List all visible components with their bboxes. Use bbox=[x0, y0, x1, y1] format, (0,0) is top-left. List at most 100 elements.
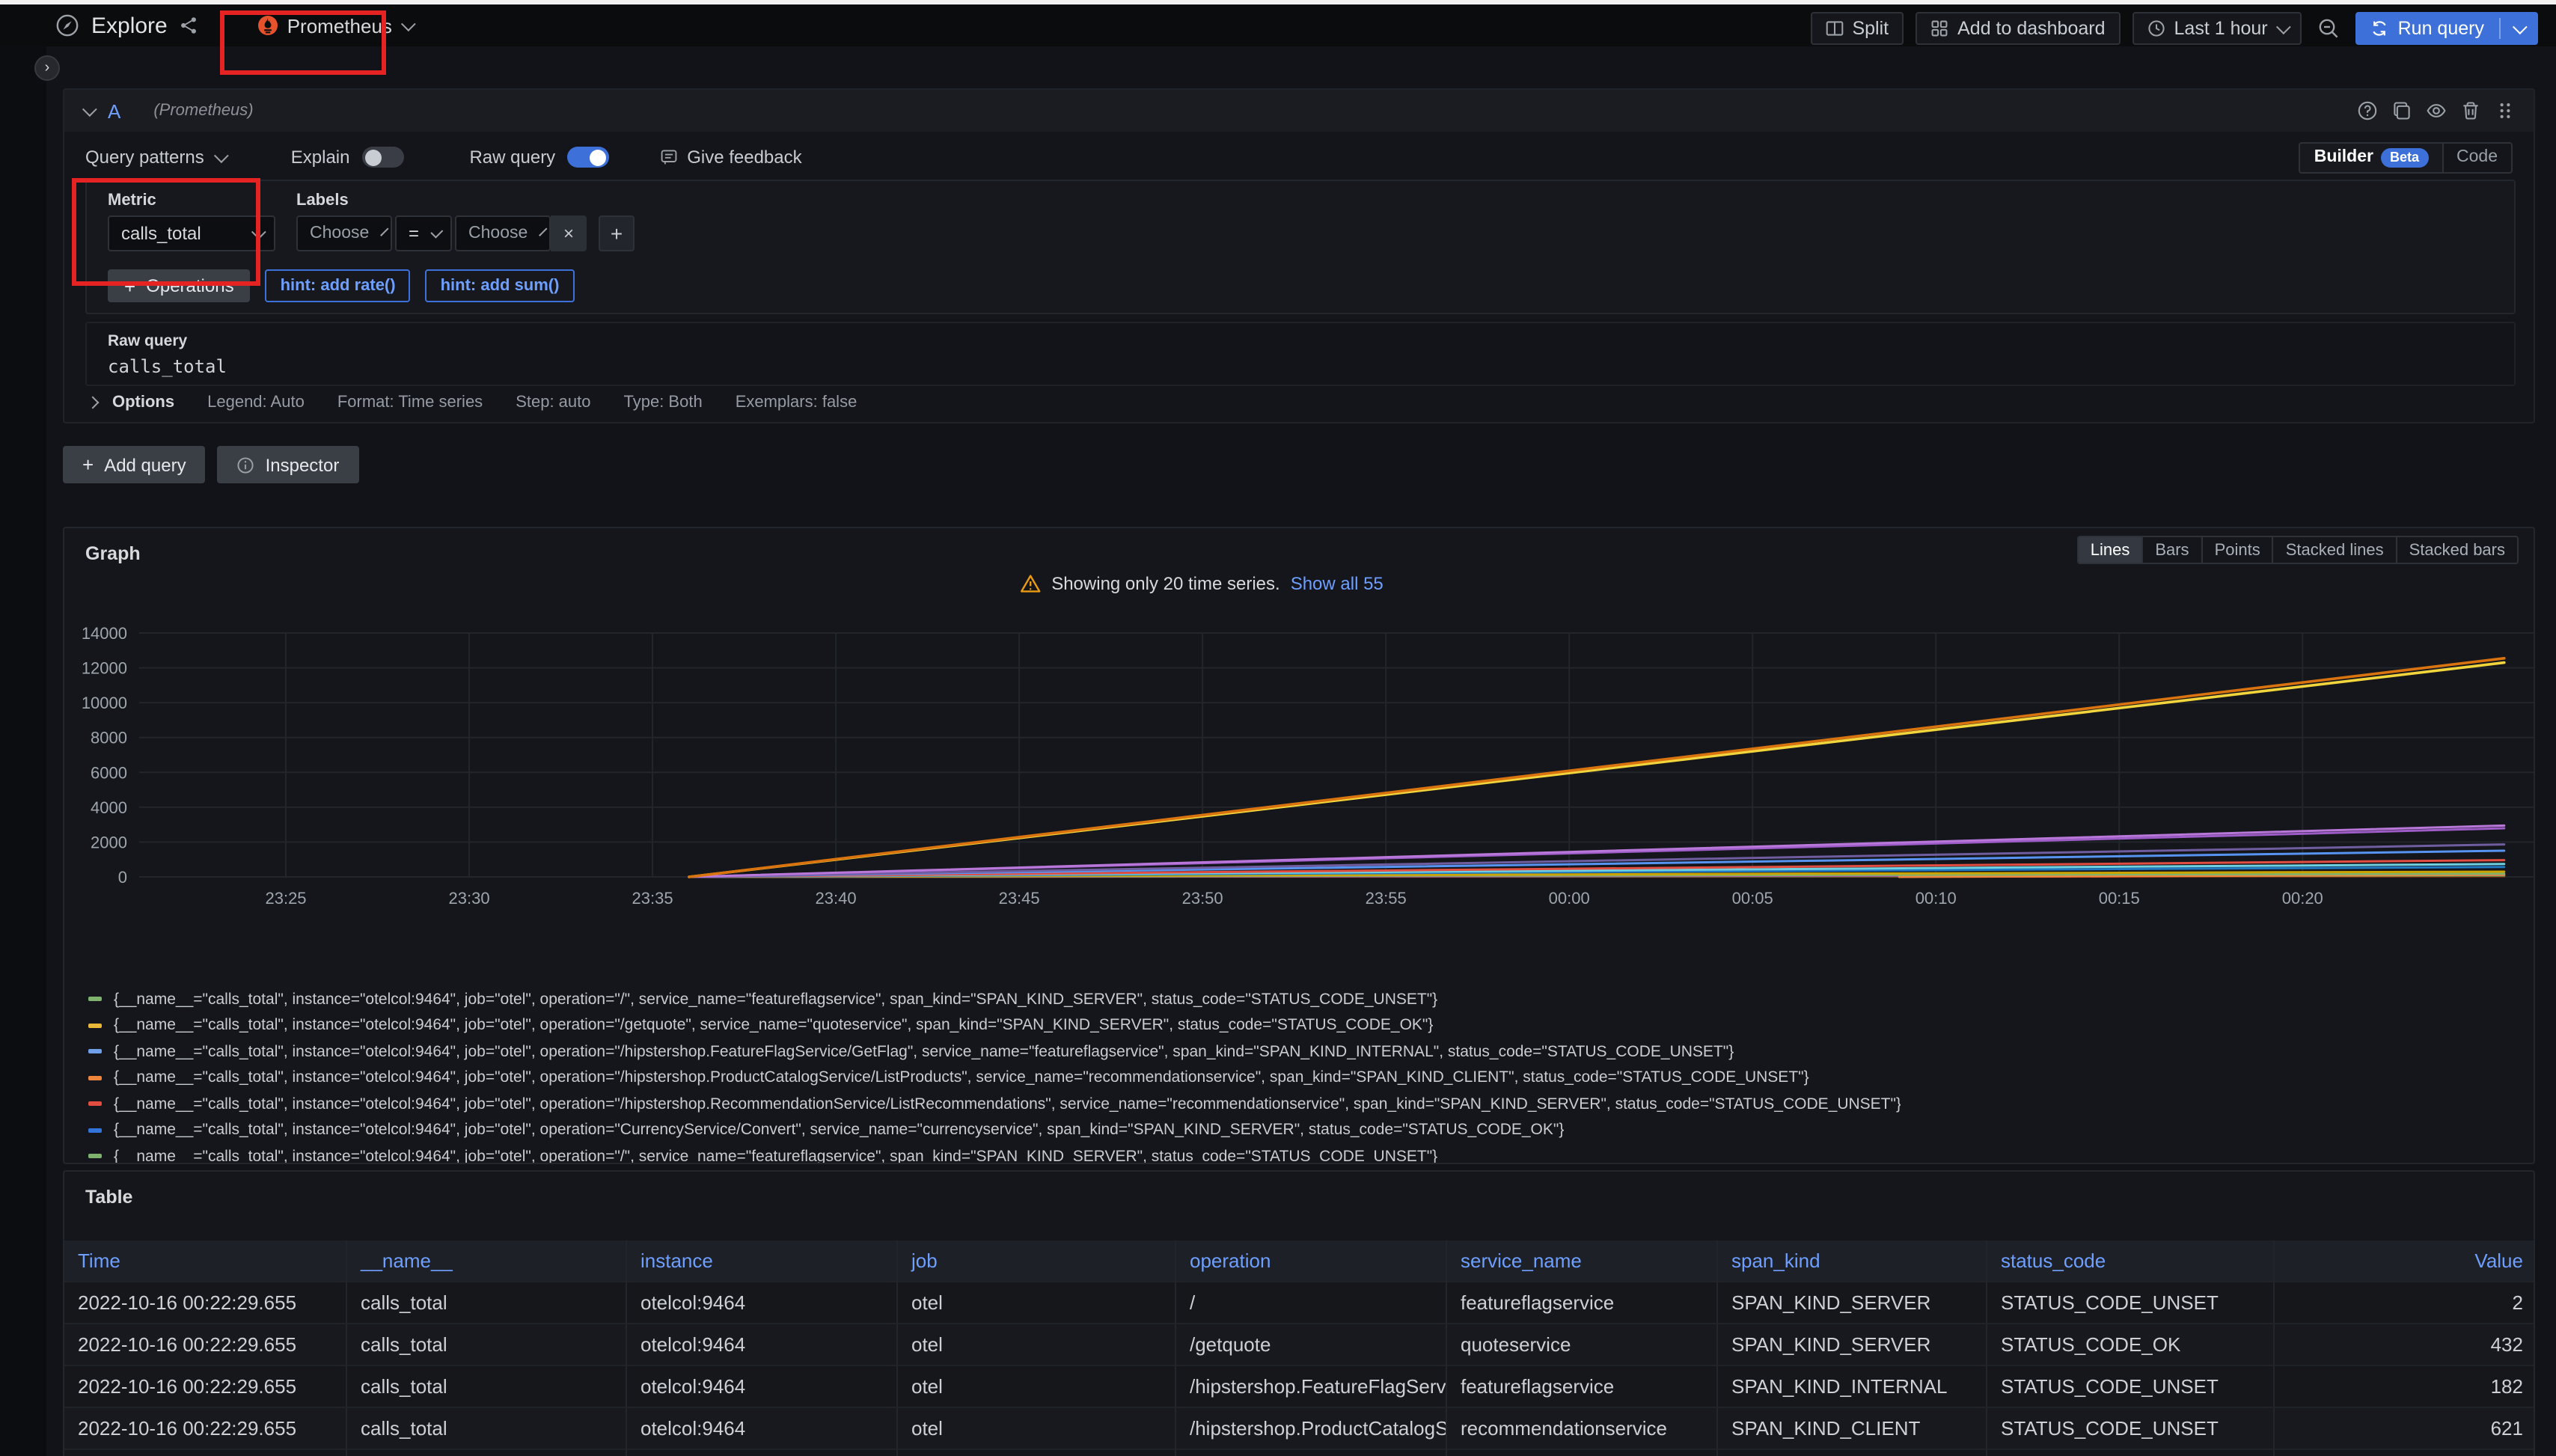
raw-query-text: calls_total bbox=[108, 356, 227, 377]
delete-query-trash-icon[interactable] bbox=[2460, 100, 2481, 121]
raw-query-toggle[interactable] bbox=[567, 147, 609, 168]
run-query-button[interactable]: Run query bbox=[2356, 12, 2538, 45]
datasource-picker[interactable]: Prometheus bbox=[245, 10, 424, 41]
svg-text:8000: 8000 bbox=[91, 729, 127, 747]
legend-item[interactable]: {__name__="calls_total", instance="otelc… bbox=[88, 1091, 2522, 1117]
remove-label-filter-button[interactable]: × bbox=[551, 215, 587, 251]
legend-item[interactable]: {__name__="calls_total", instance="otelc… bbox=[88, 1065, 2522, 1091]
legend-item[interactable]: {__name__="calls_total", instance="otelc… bbox=[88, 1012, 2522, 1039]
query-row-header[interactable]: A (Prometheus) bbox=[64, 90, 2534, 132]
table-cell: otel bbox=[898, 1408, 1176, 1450]
split-button[interactable]: Split bbox=[1810, 12, 1904, 45]
graph-mode-bars[interactable]: Bars bbox=[2143, 537, 2202, 563]
table-column-header[interactable]: instance bbox=[627, 1241, 898, 1282]
svg-text:23:30: 23:30 bbox=[449, 889, 490, 908]
table-cell: featureflagservice bbox=[1447, 1282, 1718, 1324]
graph-panel-title: Graph bbox=[85, 543, 141, 564]
zoom-out-button[interactable] bbox=[2314, 12, 2344, 45]
graph-mode-stacked-bars[interactable]: Stacked bars bbox=[2397, 537, 2517, 563]
code-label: Code bbox=[2456, 148, 2498, 166]
legend-item[interactable]: {__name__="calls_total", instance="otelc… bbox=[88, 1143, 2522, 1164]
query-options-row: Options Legend: AutoFormat: Time seriesS… bbox=[88, 394, 857, 412]
explain-toggle[interactable] bbox=[361, 147, 403, 168]
sidebar-expand-button[interactable]: › bbox=[34, 55, 60, 81]
legend-item[interactable]: {__name__="calls_total", instance="otelc… bbox=[88, 986, 2522, 1012]
options-expander[interactable]: Options bbox=[88, 394, 174, 412]
graph-mode-points[interactable]: Points bbox=[2203, 537, 2274, 563]
legend-label: {__name__="calls_total", instance="otelc… bbox=[114, 991, 1437, 1009]
query-hint-button[interactable]: hint: add sum() bbox=[426, 269, 575, 302]
labels-field-label: Labels bbox=[296, 192, 349, 209]
query-builder-editor: Metric Labels calls_total Choose = Choos… bbox=[85, 180, 2516, 314]
chevron-down-icon bbox=[538, 227, 546, 236]
duplicate-query-icon[interactable] bbox=[2391, 100, 2412, 121]
add-label-filter-button[interactable]: + bbox=[599, 215, 635, 251]
plus-icon: + bbox=[124, 275, 135, 297]
table-column-header[interactable]: operation bbox=[1176, 1241, 1447, 1282]
svg-text:14000: 14000 bbox=[82, 624, 127, 643]
table-row: 2022-10-16 00:22:29.655calls_totalotelco… bbox=[64, 1408, 2535, 1450]
legend-swatch-icon bbox=[88, 1154, 102, 1159]
prometheus-flame-icon bbox=[257, 15, 278, 36]
legend-label: {__name__="calls_total", instance="otelc… bbox=[114, 1069, 1809, 1087]
explore-compass-icon bbox=[55, 13, 79, 37]
show-all-series-link[interactable]: Show all 55 bbox=[1291, 573, 1384, 594]
table-row: 2022-10-16 00:22:29.655calls_totalotelco… bbox=[64, 1366, 2535, 1408]
share-alt-icon[interactable] bbox=[180, 16, 198, 34]
plus-icon: + bbox=[82, 453, 94, 476]
divider bbox=[2499, 18, 2501, 39]
collapse-chevron-icon[interactable] bbox=[82, 101, 97, 116]
operations-button[interactable]: + Operations bbox=[108, 269, 251, 302]
table-column-header[interactable]: Value bbox=[2275, 1241, 2535, 1282]
table-column-header[interactable]: job bbox=[898, 1241, 1176, 1282]
label-operator-select[interactable]: = bbox=[395, 215, 452, 251]
table-cell: otelcol:9464 bbox=[627, 1450, 898, 1456]
table-column-header[interactable]: span_kind bbox=[1718, 1241, 1987, 1282]
chevron-down-icon bbox=[2277, 19, 2292, 34]
table-cell: otel bbox=[898, 1282, 1176, 1324]
query-help-icon[interactable] bbox=[2357, 100, 2378, 121]
split-label: Split bbox=[1852, 18, 1889, 39]
give-feedback-button[interactable]: Give feedback bbox=[660, 147, 801, 168]
graph-mode-lines[interactable]: Lines bbox=[2079, 537, 2144, 563]
chevron-down-icon bbox=[430, 225, 443, 238]
svg-text:12000: 12000 bbox=[82, 659, 127, 678]
label-key-select[interactable]: Choose bbox=[296, 215, 392, 251]
table-cell: 432 bbox=[2275, 1324, 2535, 1366]
table-column-header[interactable]: service_name bbox=[1447, 1241, 1718, 1282]
table-column-header[interactable]: Time bbox=[64, 1241, 347, 1282]
table-column-header[interactable]: __name__ bbox=[347, 1241, 627, 1282]
table-cell: calls_total bbox=[347, 1450, 627, 1456]
table-column-header[interactable]: status_code bbox=[1987, 1241, 2275, 1282]
inspector-label: Inspector bbox=[266, 454, 340, 475]
add-to-dashboard-button[interactable]: Add to dashboard bbox=[1916, 12, 2120, 45]
table-row: 2022-10-16 00:22:29.655calls_totalotelco… bbox=[64, 1324, 2535, 1366]
table-cell: otelcol:9464 bbox=[627, 1408, 898, 1450]
chevron-down-icon bbox=[251, 224, 266, 239]
code-tab[interactable]: Code bbox=[2443, 143, 2511, 171]
svg-text:23:50: 23:50 bbox=[1182, 889, 1223, 908]
chevron-down-icon bbox=[215, 147, 230, 162]
time-series-chart[interactable]: 0200040006000800010000120001400023:2523:… bbox=[64, 612, 2535, 929]
svg-text:00:15: 00:15 bbox=[2099, 889, 2140, 908]
options-label: Options bbox=[112, 394, 174, 412]
graph-mode-stacked-lines[interactable]: Stacked lines bbox=[2274, 537, 2397, 563]
add-query-button[interactable]: + Add query bbox=[63, 446, 206, 483]
legend-swatch-icon bbox=[88, 1076, 102, 1080]
legend-swatch-icon bbox=[88, 1102, 102, 1107]
builder-label: Builder bbox=[2314, 148, 2373, 166]
query-ref-id: A bbox=[108, 100, 120, 122]
legend-item[interactable]: {__name__="calls_total", instance="otelc… bbox=[88, 1117, 2522, 1143]
builder-tab[interactable]: Builder Beta bbox=[2301, 143, 2442, 171]
time-range-picker[interactable]: Last 1 hour bbox=[2132, 12, 2302, 45]
inspector-button[interactable]: Inspector bbox=[218, 446, 359, 483]
drag-handle-icon[interactable] bbox=[2495, 100, 2516, 121]
query-hint-button[interactable]: hint: add rate() bbox=[266, 269, 411, 302]
label-value-select[interactable]: Choose bbox=[455, 215, 551, 251]
legend-item[interactable]: {__name__="calls_total", instance="otelc… bbox=[88, 1039, 2522, 1065]
disable-query-eye-icon[interactable] bbox=[2426, 100, 2447, 121]
metric-select[interactable]: calls_total bbox=[108, 215, 275, 251]
table-cell: 2 bbox=[2275, 1282, 2535, 1324]
table-cell: calls_total bbox=[347, 1282, 627, 1324]
query-patterns-dropdown[interactable]: Query patterns bbox=[85, 147, 225, 168]
